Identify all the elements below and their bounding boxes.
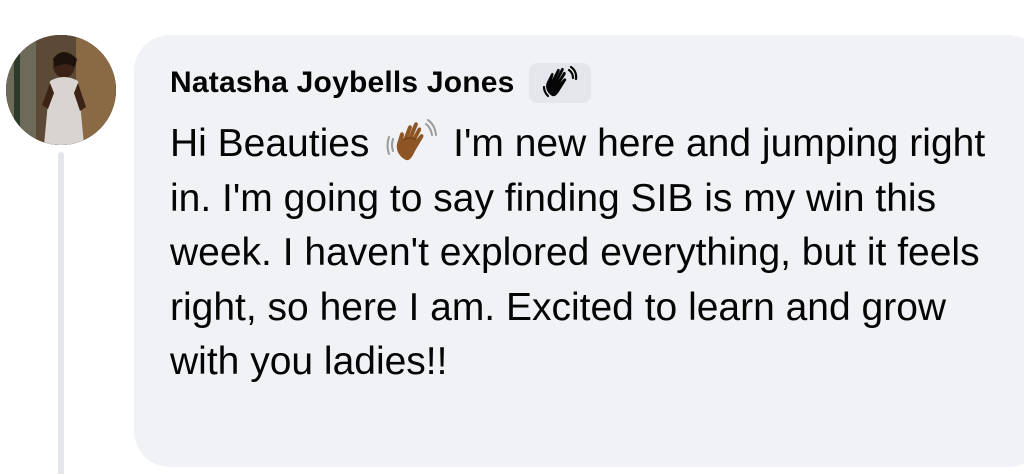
author-name[interactable]: Natasha Joybells Jones: [170, 66, 515, 100]
avatar-photo: [6, 35, 116, 145]
waving-hand-emoji-glyph: [386, 119, 438, 161]
comment-bubble: Natasha Joybells Jones Hi Beauties I'm n…: [134, 35, 1024, 467]
avatar[interactable]: [6, 35, 116, 145]
waving-hand-badge-glyph: [542, 66, 577, 98]
author-line: Natasha Joybells Jones: [170, 61, 1024, 105]
comment-row: Natasha Joybells Jones Hi Beauties I'm n…: [0, 0, 1024, 474]
waving-hand-emoji-icon: [384, 118, 438, 162]
thread-line: [58, 152, 64, 474]
comment-text-intro: Hi Beauties: [170, 122, 381, 165]
waving-hand-icon[interactable]: [528, 63, 591, 103]
comment-text: Hi Beauties I'm new here and jumping rig…: [170, 117, 990, 390]
